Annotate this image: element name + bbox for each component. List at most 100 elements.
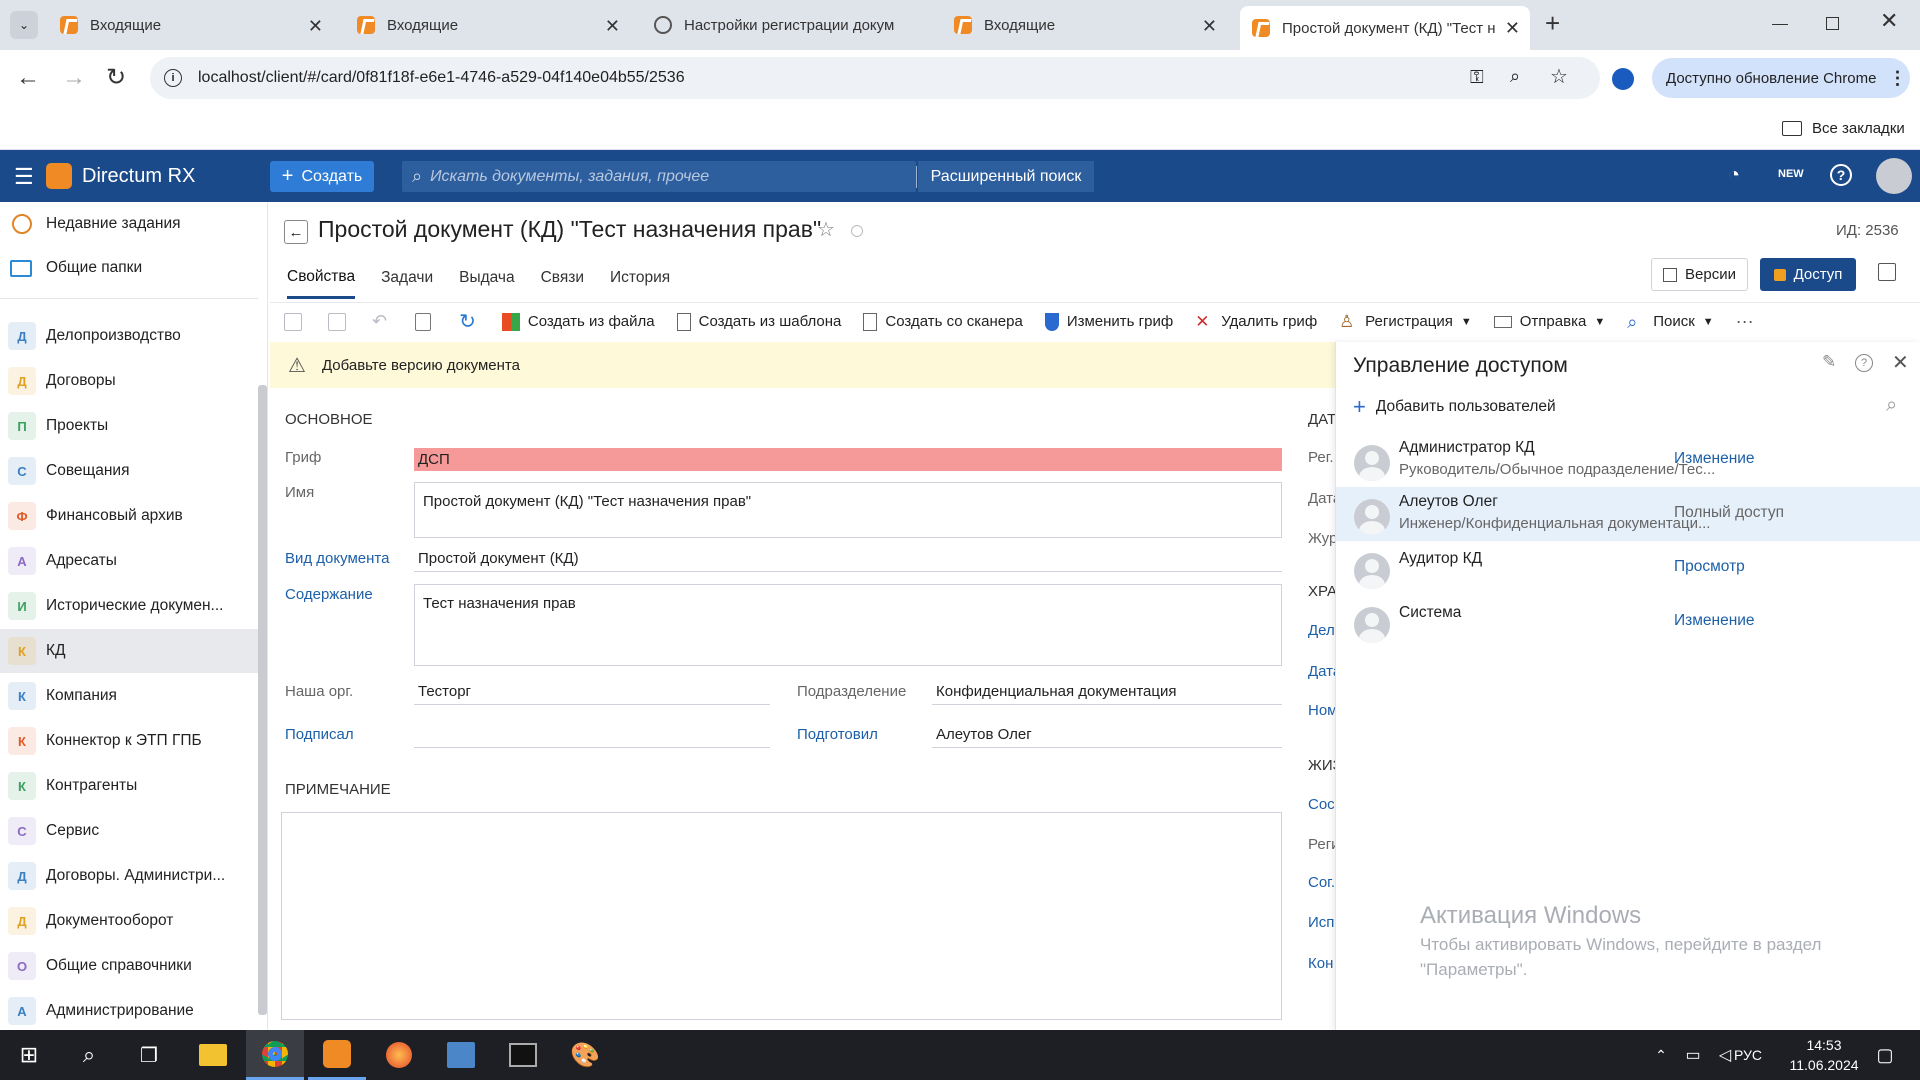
clock-date[interactable]: 11.06.2024 [1784, 1057, 1864, 1073]
network-app-icon[interactable] [432, 1030, 490, 1080]
site-info-icon[interactable]: i [164, 69, 182, 87]
chat-support-icon[interactable]: ◔ [1728, 164, 1740, 187]
browser-tab[interactable]: Входящие ✕ [345, 8, 630, 42]
change-grif-button[interactable]: Изменить гриф [1044, 312, 1173, 331]
pin-icon[interactable]: ✎ [1822, 352, 1836, 372]
create-button[interactable]: + Создать [270, 161, 374, 192]
right-field-label[interactable]: Сог. [1308, 874, 1335, 891]
sidebar-item[interactable]: С Сервис [0, 809, 258, 853]
access-right-link[interactable]: Просмотр [1674, 558, 1745, 576]
close-tab-icon[interactable]: ✕ [308, 16, 323, 37]
right-field-label[interactable]: Дата [1308, 490, 1335, 507]
right-field-label[interactable]: Исп [1308, 914, 1335, 931]
access-entry[interactable]: Алеутов Олег Инженер/Конфиденциальная док… [1336, 487, 1920, 541]
access-button[interactable]: Доступ [1760, 258, 1856, 291]
search-icon[interactable]: ⌕ [1886, 394, 1897, 417]
dept-field[interactable]: Конфиденциальная документация [932, 683, 1282, 705]
sidebar-item[interactable]: И Исторические докумен... [0, 584, 258, 628]
close-panel-icon[interactable]: ✕ [1892, 350, 1909, 375]
undo-icon[interactable]: ↶ [372, 311, 387, 332]
advanced-search-button[interactable]: Расширенный поиск [918, 161, 1094, 192]
back-icon[interactable]: ← [16, 64, 40, 92]
access-entry[interactable]: Администратор КД Руководитель/Обычное под… [1336, 433, 1920, 487]
access-right-link[interactable]: Изменение [1674, 612, 1755, 630]
refresh-icon[interactable]: ↻ [459, 309, 476, 334]
prepared-field[interactable]: Алеутов Олег [932, 726, 1282, 748]
reload-icon[interactable]: ↻ [106, 63, 126, 92]
profile-icon[interactable] [1612, 68, 1634, 90]
sidebar-item[interactable]: К Коннектор к ЭТП ГПБ [0, 719, 258, 763]
add-users-button[interactable]: + Добавить пользователей [1353, 394, 1556, 420]
help-icon[interactable]: ? [1830, 164, 1852, 186]
right-field-label[interactable]: Рег. [1308, 449, 1335, 466]
favorite-star-icon[interactable]: ☆ [817, 217, 835, 242]
sidebar-item[interactable]: П Проекты [0, 404, 258, 448]
forward-icon[interactable]: → [62, 64, 86, 92]
sidebar-item[interactable]: К КД [0, 629, 258, 673]
access-right-link[interactable]: Изменение [1674, 450, 1755, 468]
help-icon[interactable]: ? [1855, 354, 1873, 372]
close-tab-icon[interactable]: ✕ [1202, 16, 1217, 37]
note-textarea[interactable] [281, 812, 1282, 1020]
content-field[interactable]: Тест назначения прав [414, 584, 1282, 666]
back-button[interactable]: ← [284, 220, 308, 244]
password-key-icon[interactable]: ⚿ [1470, 67, 1484, 88]
close-window-icon[interactable]: ✕ [1880, 8, 1898, 34]
app-logo[interactable]: Directum RX [46, 163, 195, 189]
tab-search-button[interactable]: ⌄ [10, 11, 38, 39]
copy-icon[interactable] [415, 312, 432, 331]
new-features-icon[interactable]: NEW [1778, 168, 1804, 180]
right-field-label[interactable]: Жур [1308, 530, 1335, 547]
url-text[interactable]: localhost/client/#/card/0f81f18f-e6e1-47… [198, 69, 685, 87]
sidebar-item[interactable]: К Компания [0, 674, 258, 718]
tab-0[interactable]: Свойства [287, 268, 356, 299]
browser-tab[interactable]: Входящие ✕ [48, 8, 333, 42]
right-field-label[interactable]: Кон [1308, 955, 1335, 972]
sidebar-item[interactable]: А Адресаты [0, 539, 258, 583]
chrome-icon[interactable] [246, 1030, 304, 1080]
browser-tab[interactable]: Входящие ✕ [942, 8, 1227, 42]
paint-icon[interactable]: 🎨 [556, 1030, 614, 1080]
directum-app-icon[interactable] [308, 1030, 366, 1080]
right-field-label[interactable]: Дел [1308, 622, 1335, 639]
global-search-input[interactable]: ⌕ Искать документы, задания, прочее [402, 161, 917, 192]
doctype-label[interactable]: Вид документа [285, 550, 389, 567]
send-dropdown[interactable]: Отправка ▼ [1493, 313, 1605, 330]
create-from-file-button[interactable]: Создать из файла [501, 312, 655, 331]
maximize-icon[interactable] [1826, 17, 1839, 30]
search-dropdown[interactable]: ⌕ Поиск ▼ [1627, 313, 1713, 331]
access-entry[interactable]: Система Изменение [1336, 595, 1920, 649]
close-tab-icon[interactable]: ✕ [1505, 18, 1520, 39]
terminal-icon[interactable] [494, 1030, 552, 1080]
right-field-label[interactable]: Дата [1308, 663, 1335, 680]
sidebar-item[interactable]: К Контрагенты [0, 764, 258, 808]
name-field[interactable]: Простой документ (КД) "Тест назначения п… [414, 482, 1282, 538]
more-icon[interactable]: ··· [1736, 311, 1754, 332]
sidebar-item[interactable]: Ф Финансовый архив [0, 494, 258, 538]
tab-2[interactable]: Выдача [459, 269, 515, 297]
all-bookmarks-button[interactable]: Все закладки [1782, 115, 1905, 141]
tab-1[interactable]: Задачи [381, 269, 433, 297]
browser-tab-active[interactable]: Простой документ (КД) "Тест н ✕ [1240, 6, 1530, 50]
notifications-icon[interactable]: ▢ [1856, 1030, 1914, 1080]
registration-dropdown[interactable]: ♙ Регистрация ▼ [1339, 312, 1472, 331]
new-tab-icon[interactable]: + [1545, 8, 1560, 39]
sidebar-item[interactable]: Д Документооборот [0, 899, 258, 943]
firefox-icon[interactable] [370, 1030, 428, 1080]
signed-field[interactable] [414, 726, 770, 748]
user-avatar[interactable] [1876, 158, 1912, 194]
signed-label[interactable]: Подписал [285, 726, 354, 743]
zoom-icon[interactable]: ⌕ [1510, 66, 1520, 87]
create-from-scanner-button[interactable]: Создать со сканера [863, 312, 1023, 331]
chrome-update-button[interactable]: Доступно обновление Chrome ⋮ [1652, 58, 1910, 98]
tab-4[interactable]: История [610, 269, 670, 297]
right-field-label[interactable]: Реги [1308, 836, 1335, 853]
save-icon[interactable] [284, 312, 302, 331]
browser-tab[interactable]: Настройки регистрации докум [642, 8, 932, 42]
tab-3[interactable]: Связи [541, 269, 584, 297]
sidebar-item[interactable]: С Совещания [0, 449, 258, 493]
minimize-icon[interactable] [1772, 24, 1788, 25]
task-view-icon[interactable]: ❐ [120, 1030, 178, 1080]
sidebar-item[interactable]: А Администрирование [0, 989, 258, 1033]
content-label[interactable]: Содержание [285, 586, 373, 603]
